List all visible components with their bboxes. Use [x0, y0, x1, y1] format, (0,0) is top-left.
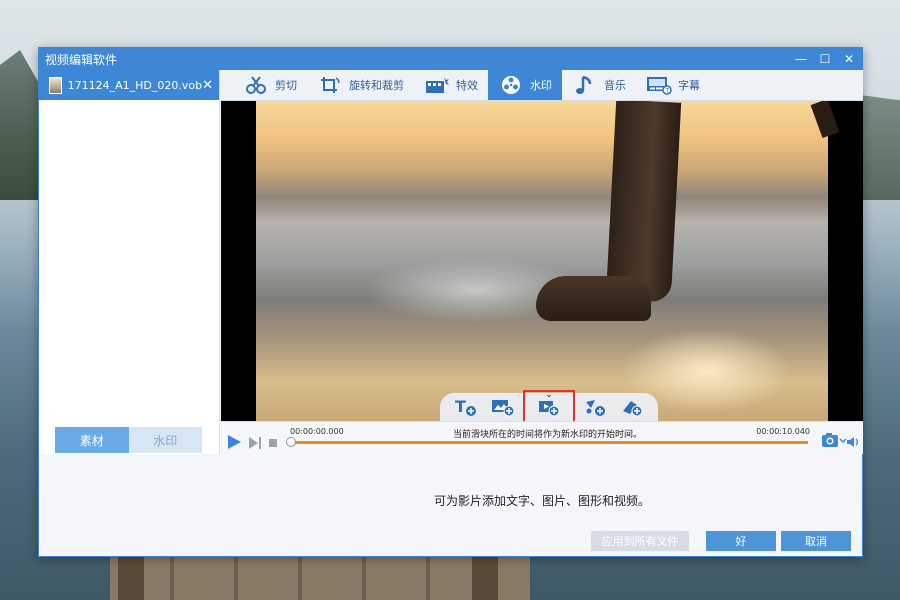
play-button[interactable]	[226, 434, 242, 454]
minimize-button[interactable]: —	[794, 52, 808, 66]
editor-window: 视频编辑软件 — ☐ ✕ 171124_A1_HD_020.vob ✕ 素材 水…	[38, 47, 863, 557]
tab-watermark-list[interactable]: 水印	[128, 427, 202, 453]
time-end: 00:00:10.040	[756, 427, 810, 436]
timeline-slider-handle[interactable]	[286, 437, 296, 447]
tab-subtitle[interactable]: T 字幕	[636, 70, 710, 100]
tab-watermark[interactable]: 水印	[488, 70, 562, 100]
camera-icon	[822, 433, 847, 447]
close-button[interactable]: ✕	[842, 52, 856, 66]
tab-cut[interactable]: 剪切	[233, 70, 307, 100]
timeline: 00:00:00.000 当前滑块所在的时间将作为新水印的开始时间。 00:00…	[221, 421, 863, 454]
background-dock-post	[472, 555, 498, 600]
tab-crop-rotate-label: 旋转和裁剪	[349, 79, 404, 92]
video-thumbnail	[49, 76, 62, 94]
subtitle-icon: T	[646, 74, 672, 96]
window-controls: — ☐ ✕	[794, 52, 856, 66]
apply-to-all-button[interactable]: 应用到所有文件	[591, 531, 689, 551]
effects-icon	[424, 74, 450, 96]
add-image-icon	[492, 400, 515, 417]
window-title: 视频编辑软件	[45, 52, 118, 67]
video-content	[605, 101, 682, 303]
watermark-icon	[498, 74, 524, 96]
file-list-panel: 171124_A1_HD_020.vob ✕ 素材 水印	[39, 70, 220, 454]
tab-effects[interactable]: 特效	[414, 70, 488, 100]
remove-file-icon[interactable]: ✕	[202, 78, 213, 93]
snapshot-button[interactable]	[821, 432, 847, 448]
watermark-hint: 可为影片添加文字、图片、图形和视频。	[434, 494, 651, 508]
file-name: 171124_A1_HD_020.vob	[67, 78, 203, 92]
timeline-hint: 当前滑块所在的时间将作为新水印的开始时间。	[453, 430, 643, 440]
next-frame-icon	[249, 437, 261, 449]
side-tabs: 素材 水印	[55, 427, 202, 453]
stop-button[interactable]	[269, 439, 277, 447]
maximize-button[interactable]: ☐	[818, 52, 832, 66]
svg-text:T: T	[455, 397, 466, 416]
watermark-toolbar: T ⌄	[440, 390, 658, 421]
background-dock-post	[118, 555, 144, 600]
tab-music-label: 音乐	[604, 79, 626, 92]
next-frame-button[interactable]	[247, 434, 263, 454]
bottom-panel: 可为影片添加文字、图片、图形和视频。 应用到所有文件 好 取消	[39, 454, 862, 556]
tab-effects-label: 特效	[456, 79, 478, 92]
time-start: 00:00:00.000	[290, 427, 344, 436]
add-text-button[interactable]: T	[451, 394, 481, 420]
background-dock	[110, 555, 530, 600]
add-text-icon: T	[455, 397, 477, 416]
tab-subtitle-label: 字幕	[678, 79, 700, 92]
svg-text:T: T	[665, 88, 670, 95]
video-content-detail	[536, 276, 651, 321]
volume-button[interactable]	[846, 434, 860, 453]
tab-cut-label: 剪切	[275, 79, 297, 92]
add-video-icon	[538, 401, 560, 417]
play-icon	[228, 435, 241, 449]
tab-watermark-label: 水印	[530, 79, 552, 92]
chevron-down-icon: ⌄	[545, 390, 553, 400]
crop-rotate-icon	[317, 74, 343, 96]
cancel-button[interactable]: 取消	[781, 531, 851, 551]
add-eraser-button[interactable]	[617, 394, 647, 420]
video-preview[interactable]: T ⌄	[221, 101, 863, 421]
file-list-item[interactable]: 171124_A1_HD_020.vob ✕	[39, 70, 219, 100]
music-icon	[572, 74, 598, 96]
timeline-track[interactable]	[286, 437, 808, 447]
volume-icon	[847, 437, 858, 447]
scissors-icon	[243, 74, 269, 96]
add-eraser-icon	[622, 401, 643, 417]
add-video-button[interactable]: ⌄	[522, 390, 575, 421]
background-mountain-right	[860, 95, 900, 200]
tab-crop-rotate[interactable]: 旋转和裁剪	[307, 70, 414, 100]
add-image-button[interactable]	[488, 394, 518, 420]
add-shape-icon	[585, 400, 605, 416]
add-shape-button[interactable]	[580, 394, 610, 420]
tab-material[interactable]: 素材	[55, 427, 129, 453]
title-bar: 视频编辑软件 — ☐ ✕	[39, 48, 862, 70]
tab-music[interactable]: 音乐	[562, 70, 636, 100]
video-content-detail	[810, 101, 840, 139]
video-frame	[256, 101, 840, 421]
tool-tabs: 剪切 旋转和裁剪 特效 水印 音乐 T 字幕	[221, 70, 863, 101]
ok-button[interactable]: 好	[706, 531, 776, 551]
